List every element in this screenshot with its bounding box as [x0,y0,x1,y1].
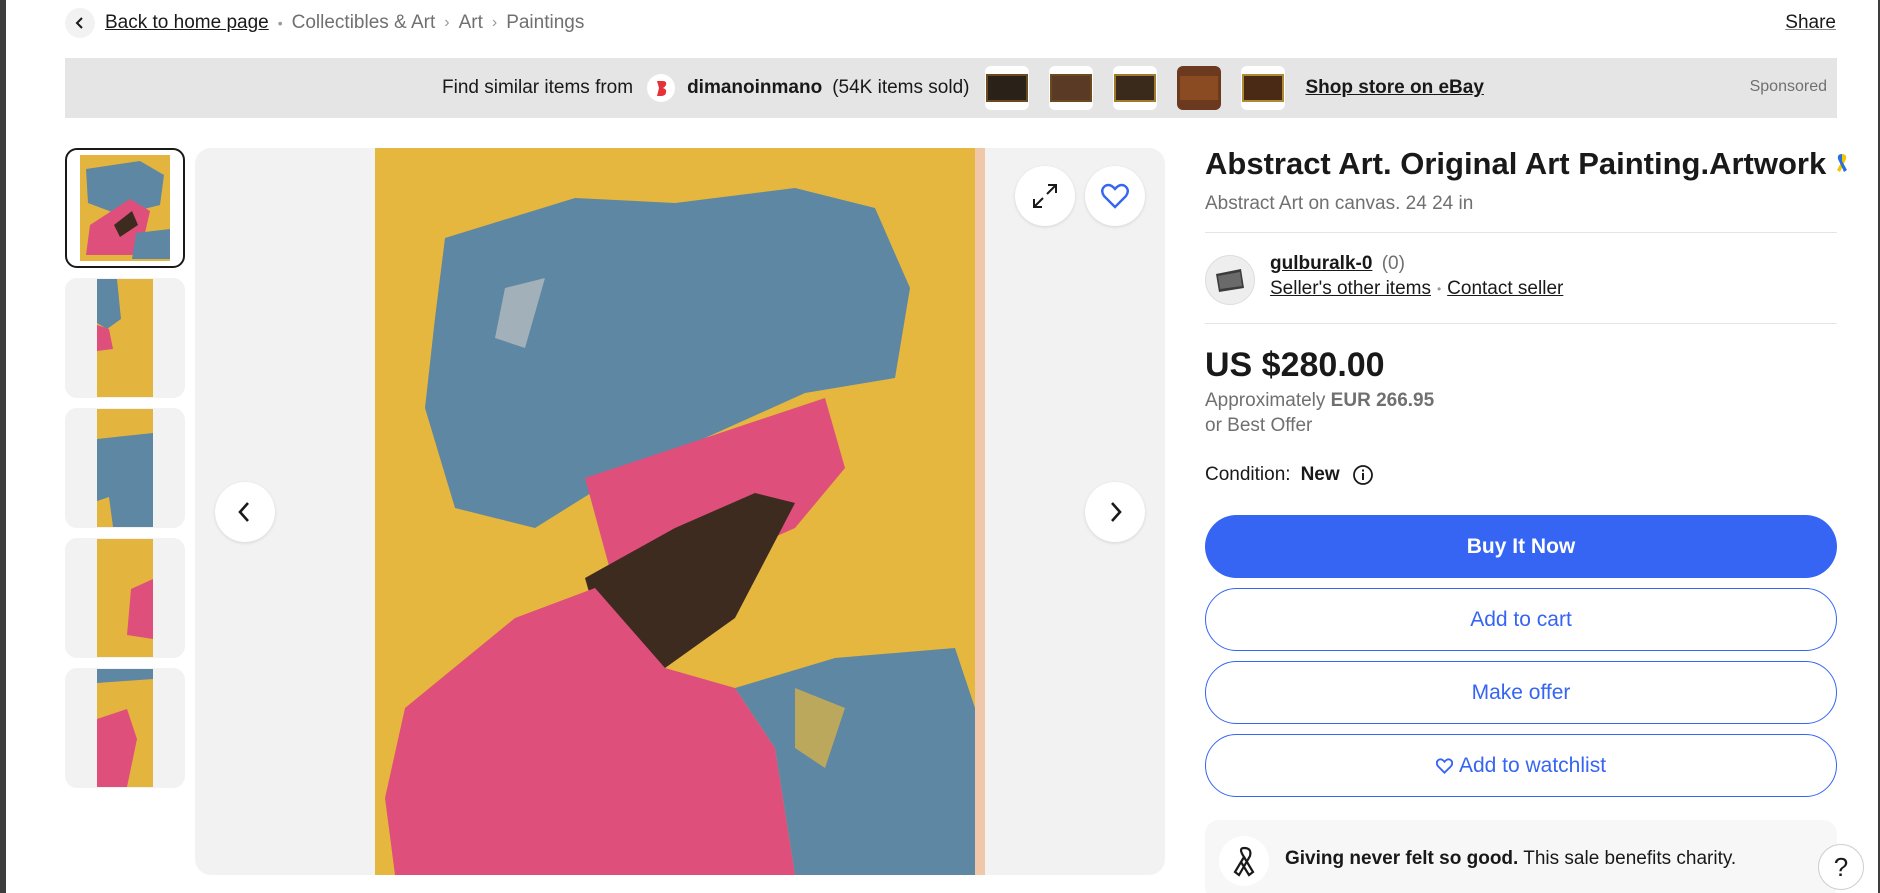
divider [1205,232,1837,233]
item-price: US $280.00 [1205,346,1385,384]
sponsored-store-banner: Find similar items from dimanoinmano (54… [65,58,1837,118]
approx-price: Approximately EUR 266.95 [1205,390,1434,412]
chevron-right-icon [1111,502,1122,522]
help-button[interactable]: ? [1818,844,1864,890]
thumbnail-3[interactable] [65,408,185,528]
info-icon[interactable] [1352,464,1374,486]
chevron-left-icon [238,502,249,522]
main-product-image[interactable] [375,148,985,875]
sponsored-label: Sponsored [1749,78,1827,95]
store-name-link[interactable]: dimanoinmano [687,77,822,99]
ribbon-icon [1219,836,1269,886]
approx-prefix: Approximately [1205,390,1326,411]
main-image-viewer [195,148,1165,875]
window-edge-left [0,0,6,893]
add-to-watchlist-label: Add to watchlist [1458,753,1607,777]
expand-icon [1033,184,1057,208]
item-condition: Condition: New [1205,464,1374,486]
ribbon-icon [1834,146,1850,182]
chevron-right-icon: › [491,14,498,31]
approx-value: EUR 266.95 [1330,390,1435,411]
back-button[interactable] [65,8,95,38]
thumbnail-image [97,279,153,397]
watch-heart-button[interactable] [1085,166,1145,226]
charity-bold-text: Giving never felt so good. [1285,848,1519,869]
thumbnail-2[interactable] [65,278,185,398]
image-thumbnails [65,148,185,798]
breadcrumb: Back to home page • Collectibles & Art ›… [65,8,584,38]
find-similar-text: Find similar items from [442,77,634,98]
thumbnail-image [97,409,153,527]
shop-store-link[interactable]: Shop store on eBay [1305,77,1483,99]
heart-icon [1101,183,1129,209]
listing-title: Abstract Art. Original Art Painting.Artw… [1205,146,1850,182]
condition-label: Condition: [1205,464,1291,485]
expand-image-button[interactable] [1015,166,1075,226]
best-offer-text: or Best Offer [1205,415,1313,436]
condition-value: New [1300,464,1340,485]
thumbnail-image [97,669,153,787]
breadcrumb-paintings[interactable]: Paintings [506,12,584,34]
thumbnail-4[interactable] [65,538,185,658]
store-item-thumb[interactable] [985,66,1030,110]
chevron-left-icon [75,17,83,29]
breadcrumb-collectibles-art[interactable]: Collectibles & Art [292,12,436,34]
breadcrumb-art[interactable]: Art [459,12,483,34]
charity-text: Giving never felt so good. This sale ben… [1285,848,1736,870]
chevron-right-icon: › [444,14,450,31]
separator-dot: • [1436,282,1442,296]
contact-seller-link[interactable]: Contact seller [1447,278,1563,300]
store-item-thumb[interactable] [1241,66,1286,110]
share-link[interactable]: Share [1785,12,1836,34]
divider [1205,323,1837,324]
charity-body-text: This sale benefits charity. [1523,848,1737,869]
seller-other-items-link[interactable]: Seller's other items [1270,278,1431,300]
breadcrumb-separator: • [277,15,283,31]
add-to-watchlist-button[interactable]: Add to watchlist [1205,734,1837,797]
seller-feedback-score: (0) [1381,253,1405,274]
heart-icon [1435,757,1453,774]
painting-artwork [375,148,985,875]
seller-info: gulburalk-0 (0) [1270,253,1405,275]
store-item-thumb[interactable] [1049,66,1094,110]
next-image-button[interactable] [1085,482,1145,542]
listing-title-text: Abstract Art. Original Art Painting.Artw… [1205,146,1827,181]
items-sold-count: (54K items sold) [832,77,970,98]
thumbnail-image [80,155,170,261]
back-to-home-link[interactable]: Back to home page [105,12,269,34]
seller-links: Seller's other items • Contact seller [1270,278,1563,300]
previous-image-button[interactable] [215,482,275,542]
listing-subtitle: Abstract Art on canvas. 24 24 in [1205,193,1474,214]
charity-banner: Giving never felt so good. This sale ben… [1205,820,1837,893]
seller-avatar[interactable] [1205,255,1255,305]
store-item-thumb[interactable] [1177,66,1222,110]
store-logo-icon[interactable] [647,74,676,102]
thumbnail-5[interactable] [65,668,185,788]
make-offer-button[interactable]: Make offer [1205,661,1837,724]
thumbnail-1[interactable] [65,148,185,268]
store-banner-content: Find similar items from dimanoinmano (54… [442,58,1484,118]
seller-name-link[interactable]: gulburalk-0 [1270,253,1372,274]
add-to-cart-button[interactable]: Add to cart [1205,588,1837,651]
thumbnail-image [97,539,153,657]
store-item-thumb[interactable] [1113,66,1158,110]
buy-it-now-button[interactable]: Buy It Now [1205,515,1837,578]
